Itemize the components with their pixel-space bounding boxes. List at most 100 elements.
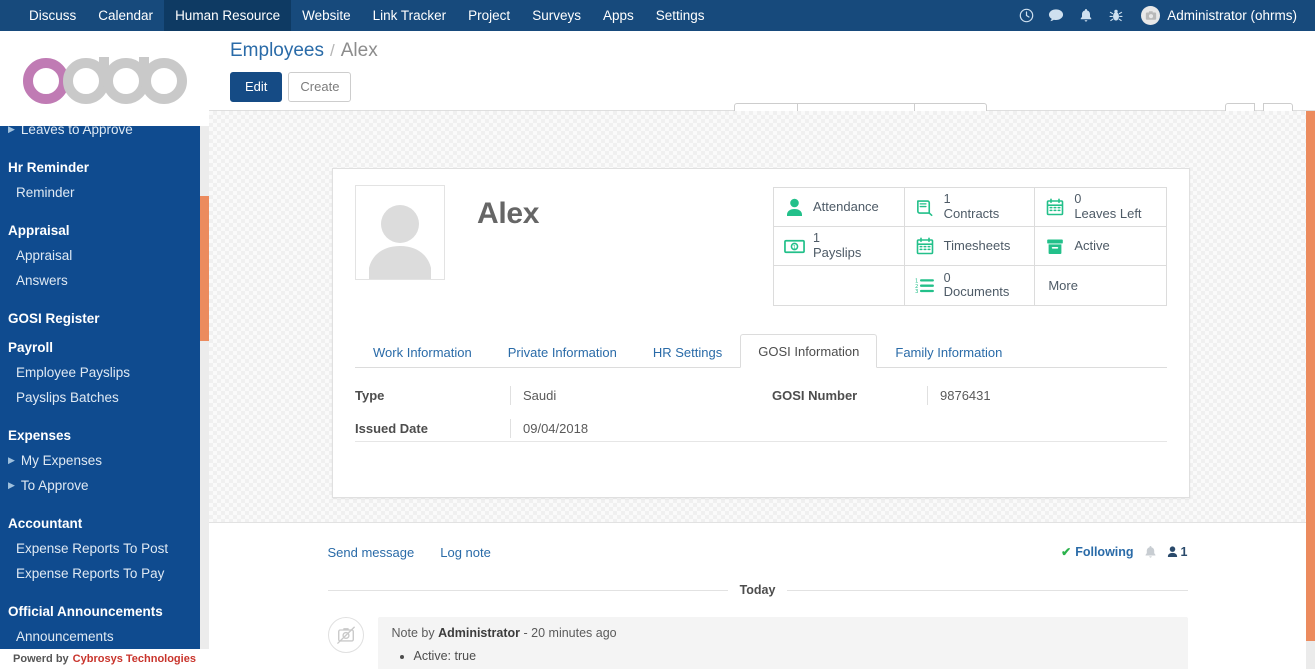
list-item: Active: true [414, 647, 1174, 666]
stat-text: 0 Leaves Left [1074, 192, 1141, 221]
stat-button-timesheets[interactable]: Timesheets [904, 227, 1036, 266]
sidebar-item-announcements[interactable]: Announcements [0, 624, 209, 649]
sidebar-section-accountant: Accountant [8, 516, 83, 531]
log-note-button[interactable]: Log note [440, 545, 491, 560]
check-icon: ✔ [1061, 545, 1072, 559]
book-icon [914, 196, 936, 218]
stat-button-documents[interactable]: 123 0 Documents [905, 266, 1036, 305]
sidebar-item-to-approve[interactable]: ▶ To Approve [0, 473, 209, 498]
menu-item-discuss[interactable]: Discuss [18, 0, 87, 31]
chatter-toolbar: Send message Log note ✔ Following 1 [328, 523, 1188, 567]
employee-photo[interactable] [355, 185, 445, 280]
powered-by-brand: Cybrosys Technologies [72, 653, 196, 665]
employee-name: Alex [477, 197, 540, 230]
odoo-logo[interactable] [0, 31, 209, 126]
following-toggle[interactable]: ✔ Following [1061, 545, 1133, 559]
person-icon [783, 196, 805, 218]
field-value-issued-date[interactable]: 09/04/2018 [510, 419, 772, 438]
stat-button-attendance[interactable]: Attendance [774, 188, 905, 227]
sidebar-item-my-expenses[interactable]: ▶ My Expenses [0, 448, 209, 473]
sidebar-item-leaves-to-approve[interactable]: ▶ Leaves to Approve [0, 126, 209, 142]
user-menu[interactable]: Administrator (ohrms) [1131, 6, 1303, 25]
menu-item-website[interactable]: Website [291, 0, 362, 31]
followers-count[interactable]: 1 [1167, 545, 1188, 559]
menu-item-calendar[interactable]: Calendar [87, 0, 164, 31]
sidebar-item-answers[interactable]: Answers [0, 268, 209, 293]
svg-text:3: 3 [915, 289, 918, 294]
tab-work-information[interactable]: Work Information [355, 335, 490, 368]
divider-line [787, 589, 1188, 591]
stat-count: 1 [813, 231, 820, 246]
powered-by-text: Powerd by [13, 653, 69, 665]
sidebar-item-expense-reports-to-pay[interactable]: Expense Reports To Pay [0, 561, 209, 586]
stat-button-contracts[interactable]: 1 Contracts [904, 188, 1036, 227]
sidebar-item-reminder[interactable]: Reminder [0, 180, 209, 205]
stat-button-payslips[interactable]: 1 1 Payslips [774, 227, 905, 266]
menu-item-apps[interactable]: Apps [592, 0, 645, 31]
tab-private-information[interactable]: Private Information [490, 335, 635, 368]
user-name: Administrator (ohrms) [1167, 8, 1297, 23]
field-label-type: Type [355, 388, 385, 403]
chatter-follow-controls: ✔ Following 1 [1061, 545, 1187, 559]
stat-button-leaves-left[interactable]: 0 Leaves Left [1035, 188, 1166, 227]
sidebar-scrollbar-thumb[interactable] [200, 196, 209, 341]
breadcrumb-employees[interactable]: Employees [230, 40, 324, 62]
sidebar: ▶ Leaves to Approve Hr Reminder Reminder… [0, 31, 209, 669]
sidebar-section-payroll: Payroll [8, 340, 54, 355]
edit-button[interactable]: Edit [230, 72, 283, 102]
archive-icon [1044, 235, 1066, 257]
menu-item-human-resource[interactable]: Human Resource [164, 0, 292, 31]
calendar-icon [914, 235, 936, 257]
calendar-icon [1044, 196, 1066, 218]
field-value-empty [927, 419, 1189, 438]
stat-buttons: Attendance 1 Contracts 0 Leaves Left 1 1… [773, 187, 1167, 306]
sidebar-item-label: My Expenses [20, 453, 102, 468]
tab-family-information[interactable]: Family Information [877, 335, 1020, 368]
sidebar-section-appraisal: Appraisal [8, 223, 70, 238]
tab-hr-settings[interactable]: HR Settings [635, 335, 740, 368]
top-navbar: Discuss Calendar Human Resource Website … [0, 0, 1315, 31]
bell-icon[interactable] [1144, 545, 1157, 559]
tab-gosi-information[interactable]: GOSI Information [740, 334, 878, 368]
menu-item-link-tracker[interactable]: Link Tracker [362, 0, 458, 31]
bell-icon[interactable] [1071, 0, 1101, 31]
breadcrumb: Employees / Alex [230, 40, 1315, 62]
bug-icon[interactable] [1101, 0, 1131, 31]
message-prefix: Note by [391, 626, 435, 640]
field-value-gosi-number[interactable]: 9876431 [927, 386, 1189, 405]
top-menu: Discuss Calendar Human Resource Website … [18, 0, 716, 31]
menu-item-settings[interactable]: Settings [645, 0, 716, 31]
menu-item-surveys[interactable]: Surveys [521, 0, 592, 31]
clock-icon[interactable] [1011, 0, 1041, 31]
page-scrollbar-thumb[interactable] [1306, 111, 1315, 641]
sidebar-menu: ▶ Leaves to Approve Hr Reminder Reminder… [0, 126, 209, 651]
stat-button-more[interactable]: More [1035, 266, 1166, 305]
top-navbar-right: Administrator (ohrms) [1011, 0, 1315, 31]
create-button[interactable]: Create [288, 72, 352, 102]
form-tabs: Work Information Private Information HR … [355, 334, 1167, 368]
sidebar-item-employee-payslips[interactable]: Employee Payslips [0, 360, 209, 385]
money-icon: 1 [783, 235, 805, 257]
stat-button-active[interactable]: Active [1035, 227, 1166, 266]
menu-item-project[interactable]: Project [457, 0, 521, 31]
sidebar-item-payslips-batches[interactable]: Payslips Batches [0, 385, 209, 410]
stat-text: 1 Contracts [944, 192, 1000, 221]
message-author[interactable]: Administrator [438, 626, 520, 640]
message-time: - 20 minutes ago [523, 626, 617, 640]
send-message-button[interactable]: Send message [328, 545, 415, 560]
list-ol-icon: 123 [914, 275, 936, 297]
control-panel: Employees / Alex Edit Create Print Attac… [209, 31, 1315, 133]
chat-icon[interactable] [1041, 0, 1071, 31]
sidebar-item-expense-reports-to-post[interactable]: Expense Reports To Post [0, 536, 209, 561]
sidebar-item-appraisal[interactable]: Appraisal [0, 243, 209, 268]
sidebar-section-hr-reminder: Hr Reminder [8, 160, 90, 175]
field-label-empty [772, 419, 927, 421]
field-value-type[interactable]: Saudi [510, 386, 772, 405]
avatar [1141, 6, 1161, 25]
chevron-right-icon: ▶ [8, 455, 15, 465]
powered-by-footer: Powerd by Cybrosys Technologies [0, 649, 209, 669]
